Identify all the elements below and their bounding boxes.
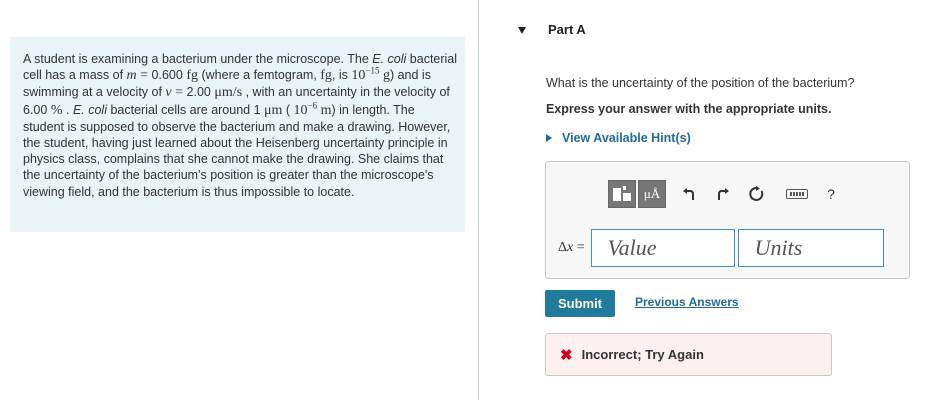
- column-divider: [478, 0, 479, 400]
- answer-box: μÅ ? Δx =: [545, 161, 910, 279]
- mass-value: 0.600: [151, 68, 183, 83]
- power-exponent: −6: [307, 99, 318, 110]
- mass-unit: fg: [182, 68, 198, 84]
- units-input[interactable]: [737, 229, 884, 267]
- problem-text-segment: bacterial cells are around 1: [106, 102, 265, 117]
- equals-sign: =: [573, 240, 585, 255]
- answer-toolbar: μÅ ?: [608, 180, 844, 208]
- submit-button[interactable]: Submit: [545, 290, 615, 317]
- power-exponent: −15: [365, 65, 380, 76]
- problem-text-segment: , is: [331, 68, 352, 83]
- undo-button[interactable]: [676, 180, 702, 208]
- collapse-triangle-icon[interactable]: [518, 26, 526, 34]
- redo-icon: [718, 188, 729, 200]
- problem-text-segment: E. coli: [72, 102, 107, 117]
- delta-symbol: Δ: [558, 240, 568, 255]
- problem-text-segment: ) in length. The student is supposed to …: [23, 102, 451, 199]
- help-icon: ?: [827, 186, 835, 202]
- answer-field-row: Δx =: [558, 229, 884, 267]
- velocity-value: 2.00: [186, 85, 211, 100]
- templates-button[interactable]: [608, 180, 636, 208]
- problem-text-segment: , with an uncertainty in the velocity of: [242, 85, 450, 100]
- keyboard-button[interactable]: [784, 180, 810, 208]
- feedback-box: ✖ Incorrect; Try Again: [545, 333, 832, 376]
- equals-sign: =: [171, 85, 187, 101]
- units-button[interactable]: μÅ: [638, 180, 666, 208]
- value-input[interactable]: [590, 229, 735, 267]
- feedback-text: Incorrect; Try Again: [581, 347, 704, 362]
- keyboard-icon: [786, 189, 808, 199]
- percent-unit: %: [47, 102, 63, 118]
- mass-symbol: m: [126, 68, 137, 84]
- fg-unit: fg: [320, 68, 332, 84]
- view-hints-link[interactable]: View Available Hint(s): [546, 131, 691, 145]
- micrometer-unit: μm: [264, 102, 283, 118]
- power-base: 10: [293, 102, 308, 118]
- meter-unit: m: [317, 102, 332, 118]
- reset-button[interactable]: [744, 180, 770, 208]
- problem-text-segment: E. coli: [372, 52, 407, 66]
- units-button-label: μÅ: [643, 186, 661, 201]
- problem-text-segment: (where a femtogram,: [198, 68, 321, 83]
- expand-triangle-icon: [546, 134, 552, 142]
- help-button[interactable]: ?: [818, 180, 844, 208]
- equals-sign: =: [136, 68, 152, 84]
- uncertainty-value: 6.00: [23, 102, 48, 117]
- problem-text: A student is examining a bacterium under…: [23, 51, 458, 200]
- previous-answers-link[interactable]: Previous Answers: [635, 295, 739, 309]
- problem-text-segment: (: [282, 102, 294, 117]
- redo-button[interactable]: [710, 180, 736, 208]
- gram-unit: g: [379, 68, 390, 84]
- question-text: What is the uncertainty of the position …: [546, 76, 855, 90]
- incorrect-icon: ✖: [560, 346, 573, 364]
- view-hints-label: View Available Hint(s): [562, 131, 691, 145]
- reset-icon: [749, 186, 764, 201]
- velocity-unit: μm/s: [210, 85, 243, 101]
- power-base: 10: [351, 68, 366, 84]
- problem-panel: A student is examining a bacterium under…: [10, 37, 465, 232]
- part-header[interactable]: Part A: [518, 22, 586, 37]
- templates-icon: [613, 186, 631, 201]
- part-title: Part A: [548, 22, 586, 37]
- undo-icon: [683, 188, 694, 200]
- delta-x-label: Δx =: [558, 240, 585, 256]
- problem-text-segment: .: [62, 102, 73, 117]
- answer-instruction: Express your answer with the appropriate…: [546, 102, 832, 116]
- problem-text-segment: A student is examining a bacterium under…: [23, 52, 373, 66]
